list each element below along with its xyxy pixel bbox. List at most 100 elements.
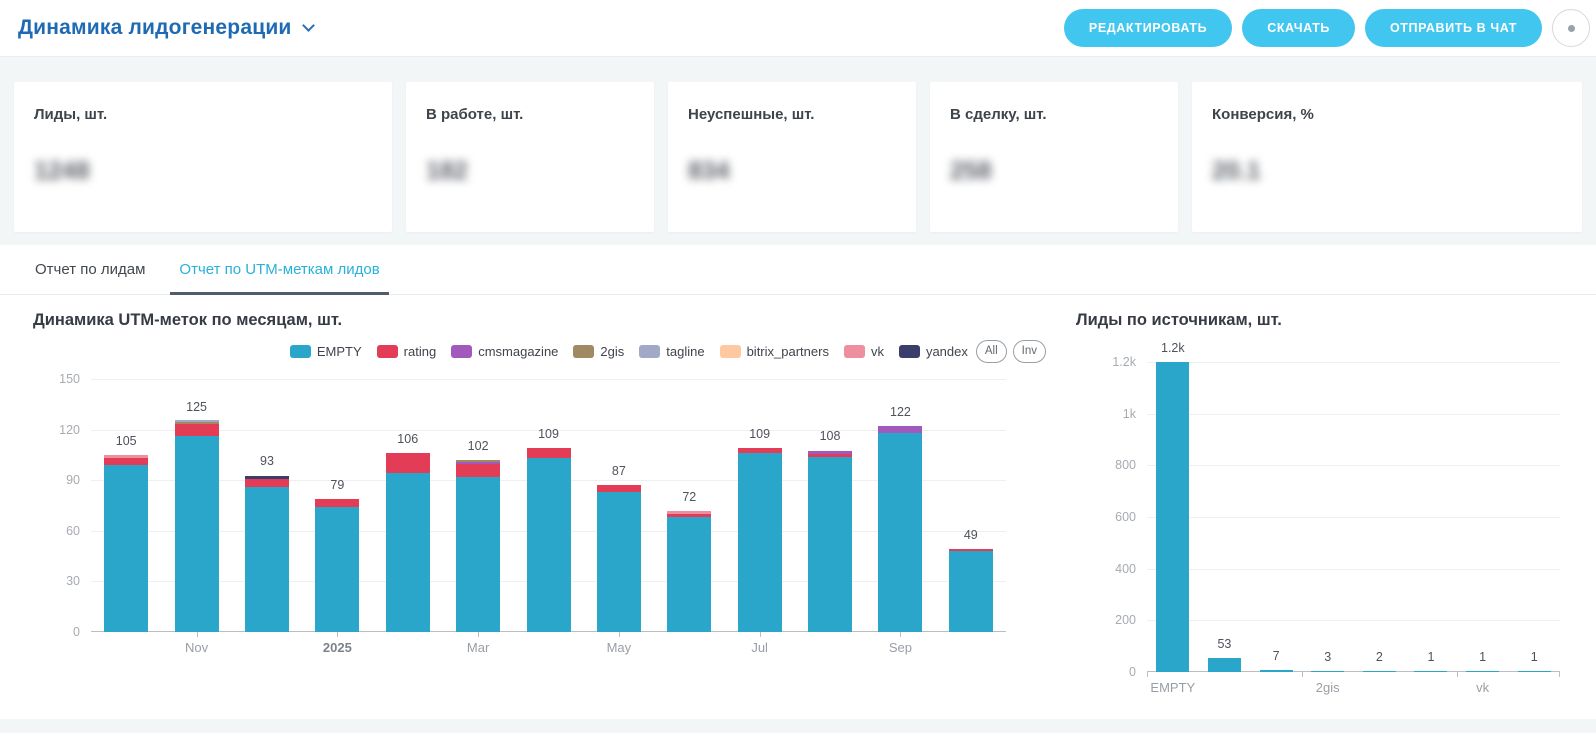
x-axis-tick bbox=[760, 632, 761, 637]
report-title-dropdown[interactable]: Динамика лидогенерации bbox=[18, 16, 313, 40]
stacked-bar[interactable] bbox=[949, 549, 993, 632]
bar-value-label: 79 bbox=[330, 478, 344, 492]
kpi-card: В сделку, шт. 258 bbox=[930, 82, 1178, 232]
x-axis-label: 2gis bbox=[1316, 680, 1340, 695]
legend-all-button[interactable]: All bbox=[976, 340, 1007, 363]
kpi-card: Лиды, шт.1248 bbox=[14, 82, 392, 232]
bar[interactable] bbox=[1414, 671, 1447, 672]
bar-value-label: 1.2k bbox=[1161, 341, 1185, 355]
bar-segment-EMPTY bbox=[315, 507, 359, 632]
bar-segment bbox=[1311, 671, 1344, 672]
stacked-bar[interactable] bbox=[104, 455, 148, 632]
legend-item[interactable]: bitrix_partners bbox=[720, 344, 829, 359]
leads-by-source-plot: 02004006008001k1.2k1.2k53732111EMPTY2gis… bbox=[1147, 362, 1560, 672]
bar-value-label: 87 bbox=[612, 464, 626, 478]
bar-value-label: 105 bbox=[116, 434, 137, 448]
bar-value-label: 1 bbox=[1479, 650, 1486, 664]
legend-item[interactable]: rating bbox=[377, 344, 437, 359]
stacked-bar[interactable] bbox=[386, 453, 430, 632]
tab-active[interactable]: Отчет по UTM-меткам лидов bbox=[177, 245, 381, 294]
legend-inv-button[interactable]: Inv bbox=[1013, 340, 1046, 363]
kpi-card: Конверсия, %20.1 bbox=[1192, 82, 1582, 232]
kpi-value-blurred: 834 bbox=[688, 157, 730, 186]
tabs: Отчет по лидам Отчет по UTM-меткам лидов bbox=[0, 245, 1596, 295]
kpi-card: В работе, шт.182 bbox=[406, 82, 654, 232]
legend-item[interactable]: vk bbox=[844, 344, 884, 359]
y-axis-label: 0 bbox=[73, 625, 80, 639]
kpi-value-blurred: 1248 bbox=[34, 157, 90, 186]
chevron-down-icon bbox=[302, 19, 315, 32]
legend-swatch bbox=[290, 345, 311, 358]
bar-segment bbox=[1208, 658, 1241, 672]
bar[interactable] bbox=[1518, 671, 1551, 672]
bar-segment-EMPTY bbox=[175, 436, 219, 632]
leads-by-source-chart: Лиды по источникам, шт. 02004006008001k1… bbox=[1076, 311, 1560, 672]
stacked-bar[interactable] bbox=[808, 451, 852, 632]
stacked-bar[interactable] bbox=[667, 511, 711, 632]
y-axis-label: 90 bbox=[66, 473, 80, 487]
y-axis-label: 800 bbox=[1115, 458, 1136, 472]
bar-segment-EMPTY bbox=[386, 473, 430, 632]
stacked-bar[interactable] bbox=[597, 485, 641, 632]
bar-segment-EMPTY bbox=[527, 458, 571, 632]
legend-label: vk bbox=[871, 344, 884, 359]
x-axis-tick bbox=[619, 632, 620, 637]
x-axis-label: Mar bbox=[467, 640, 489, 655]
kpi-label: Конверсия, % bbox=[1212, 106, 1562, 123]
legend-item[interactable]: yandex bbox=[899, 344, 968, 359]
bar[interactable] bbox=[1260, 670, 1293, 672]
tab-inactive[interactable]: Отчет по лидам bbox=[33, 245, 147, 294]
legend-item[interactable]: EMPTY bbox=[290, 344, 362, 359]
bar-segment-rating bbox=[456, 464, 500, 477]
x-axis-tick bbox=[478, 632, 479, 637]
legend-label: cmsmagazine bbox=[478, 344, 558, 359]
stacked-bar[interactable] bbox=[175, 420, 219, 632]
bar-value-label: 72 bbox=[682, 490, 696, 504]
bar-segment bbox=[1156, 362, 1189, 672]
kpi-label: В сделку, шт. bbox=[950, 106, 1158, 123]
utm-by-month-plot: 0306090120150105125937910610210987721091… bbox=[91, 379, 1006, 632]
x-axis-label: Jul bbox=[751, 640, 768, 655]
y-axis-label: 600 bbox=[1115, 510, 1136, 524]
bar-value-label: 108 bbox=[820, 429, 841, 443]
bar-segment-EMPTY bbox=[597, 492, 641, 632]
bar-value-label: 102 bbox=[468, 439, 489, 453]
bar-segment-rating bbox=[175, 424, 219, 436]
bar-segment bbox=[1414, 671, 1447, 672]
legend-swatch bbox=[720, 345, 741, 358]
bar[interactable] bbox=[1311, 671, 1344, 672]
x-axis-label: May bbox=[607, 640, 632, 655]
x-axis-tick bbox=[1147, 672, 1148, 677]
y-axis-label: 150 bbox=[59, 372, 80, 386]
legend-swatch bbox=[639, 345, 660, 358]
bar[interactable] bbox=[1466, 671, 1499, 672]
bar[interactable] bbox=[1363, 671, 1396, 672]
x-axis-tick bbox=[900, 632, 901, 637]
legend-item[interactable]: 2gis bbox=[573, 344, 624, 359]
bar[interactable] bbox=[1156, 362, 1189, 672]
bar[interactable] bbox=[1208, 658, 1241, 672]
chart-title: Лиды по источникам, шт. bbox=[1076, 311, 1560, 333]
stacked-bar[interactable] bbox=[527, 448, 571, 632]
gridline bbox=[1147, 465, 1560, 466]
stacked-bar[interactable] bbox=[878, 426, 922, 632]
stacked-bar[interactable] bbox=[456, 460, 500, 632]
x-axis-label: 2025 bbox=[323, 640, 352, 655]
header-button[interactable]: СКАЧАТЬ bbox=[1242, 9, 1355, 47]
stacked-bar[interactable] bbox=[738, 448, 782, 632]
bar-value-label: 1 bbox=[1531, 650, 1538, 664]
gridline bbox=[91, 379, 1006, 380]
header-button[interactable]: РЕДАКТИРОВАТЬ bbox=[1064, 9, 1232, 47]
utm-by-month-chart: Динамика UTM-меток по месяцам, шт. EMPTY… bbox=[33, 311, 1046, 672]
more-menu-button[interactable] bbox=[1552, 9, 1590, 47]
header-button[interactable]: ОТПРАВИТЬ В ЧАТ bbox=[1365, 9, 1542, 47]
x-axis-tick bbox=[1457, 672, 1458, 677]
bar-segment-EMPTY bbox=[808, 457, 852, 632]
legend-item[interactable]: tagline bbox=[639, 344, 704, 359]
stacked-bar[interactable] bbox=[245, 476, 289, 632]
legend-label: rating bbox=[404, 344, 437, 359]
legend-item[interactable]: cmsmagazine bbox=[451, 344, 558, 359]
stacked-bar[interactable] bbox=[315, 499, 359, 632]
kpi-label: Неуспешные, шт. bbox=[688, 106, 896, 123]
kpi-value-blurred: 258 bbox=[950, 157, 992, 186]
